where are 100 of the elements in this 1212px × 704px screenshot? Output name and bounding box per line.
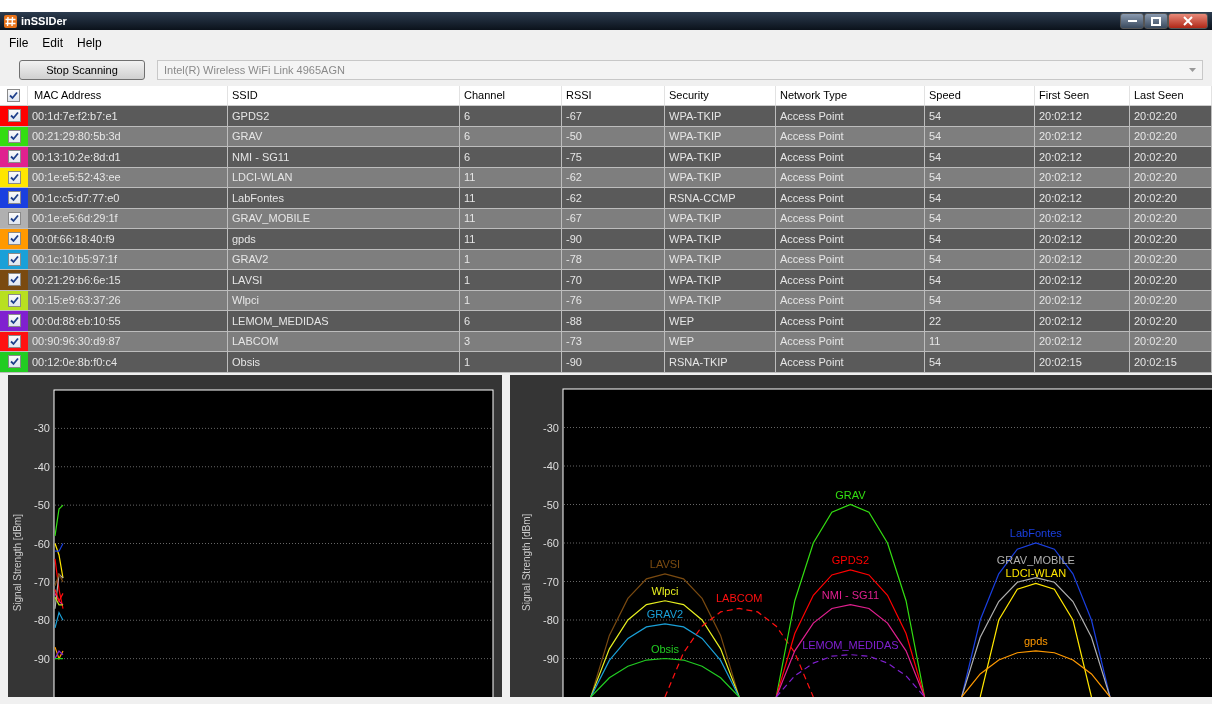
- table-cell: Access Point: [776, 208, 925, 229]
- dropdown-arrow-icon: [1189, 68, 1196, 72]
- table-cell: -67: [562, 106, 665, 127]
- column-header[interactable]: Channel: [460, 86, 562, 106]
- column-header[interactable]: SSID: [228, 86, 460, 106]
- checkbox[interactable]: [7, 273, 21, 287]
- window-title: inSSIDer: [21, 13, 67, 29]
- table-cell: 00:0d:88:eb:10:55: [28, 311, 228, 332]
- curve-label: LEMOM_MEDIDAS: [802, 638, 899, 651]
- table-cell: RSNA-CCMP: [665, 188, 776, 209]
- column-header[interactable]: First Seen: [1035, 86, 1130, 106]
- column-header[interactable]: Speed: [925, 86, 1035, 106]
- table-cell: 20:02:20: [1130, 126, 1212, 147]
- checkbox[interactable]: [7, 89, 20, 102]
- table-cell: 11: [925, 331, 1035, 352]
- table-cell: 20:02:20: [1130, 106, 1212, 127]
- table-cell: -75: [562, 147, 665, 168]
- curve-label: LAVSI: [649, 557, 681, 570]
- table-cell: 6: [460, 126, 562, 147]
- table-cell: WPA-TKIP: [665, 249, 776, 270]
- table-cell: 54: [925, 188, 1035, 209]
- table-cell: 00:12:0e:8b:f0:c4: [28, 352, 228, 373]
- column-header[interactable]: MAC Address: [28, 86, 228, 106]
- table-cell: 11: [460, 188, 562, 209]
- table-cell: 20:02:12: [1035, 290, 1130, 311]
- table-cell: 22: [925, 311, 1035, 332]
- table-cell: Access Point: [776, 106, 925, 127]
- table-cell: 20:02:12: [1035, 270, 1130, 291]
- curve-label: GRAV2: [646, 607, 684, 620]
- table-cell: -90: [562, 352, 665, 373]
- table-cell: Access Point: [776, 126, 925, 147]
- table-cell: -70: [562, 270, 665, 291]
- curve-label: LabFontes: [1009, 526, 1062, 539]
- table-cell: 1: [460, 290, 562, 311]
- checkbox[interactable]: [7, 129, 21, 143]
- table-cell: LabFontes: [228, 188, 460, 209]
- table-cell: 20:02:12: [1035, 147, 1130, 168]
- column-header[interactable]: Last Seen: [1130, 86, 1212, 106]
- table-cell: Wlpci: [228, 290, 460, 311]
- stop-scanning-button[interactable]: Stop Scanning: [19, 60, 145, 80]
- table-cell: -88: [562, 311, 665, 332]
- tick-label: -30: [34, 421, 50, 434]
- column-header[interactable]: RSSI: [562, 86, 665, 106]
- axis-title: Signal Strength [dBm]: [521, 513, 532, 611]
- table-cell: GRAV_MOBILE: [228, 208, 460, 229]
- menu-item[interactable]: Edit: [42, 34, 64, 52]
- menu-item[interactable]: Help: [77, 34, 102, 52]
- table-cell: WEP: [665, 331, 776, 352]
- curve-label: Wlpci: [651, 584, 679, 597]
- checkbox[interactable]: [7, 191, 21, 205]
- table-cell: 00:1c:10:b5:97:1f: [28, 249, 228, 270]
- table-cell: -62: [562, 167, 665, 188]
- checkbox[interactable]: [7, 334, 21, 348]
- checkbox[interactable]: [7, 355, 21, 369]
- table-cell: GPDS2: [228, 106, 460, 127]
- table-cell: 6: [460, 147, 562, 168]
- table-cell: WPA-TKIP: [665, 167, 776, 188]
- table-cell: Access Point: [776, 331, 925, 352]
- curve-label: Obsis: [650, 642, 680, 654]
- table-cell: 54: [925, 249, 1035, 270]
- column-header[interactable]: Security: [665, 86, 776, 106]
- table-cell: 20:02:12: [1035, 188, 1130, 209]
- tick-label: -70: [543, 575, 559, 587]
- table-cell: Access Point: [776, 249, 925, 270]
- checkbox[interactable]: [7, 293, 21, 307]
- menu-item[interactable]: File: [9, 34, 29, 52]
- table-cell: 00:21:29:80:5b:3d: [28, 126, 228, 147]
- table-cell: -62: [562, 188, 665, 209]
- table-cell: 11: [460, 229, 562, 250]
- table-cell: WPA-TKIP: [665, 229, 776, 250]
- table-cell: Access Point: [776, 311, 925, 332]
- tick-label: -80: [543, 613, 559, 626]
- close-button[interactable]: [1168, 13, 1208, 29]
- table-cell: 54: [925, 126, 1035, 147]
- table-cell: LAVSI: [228, 270, 460, 291]
- table-cell: 54: [925, 208, 1035, 229]
- curve-label: GPDS2: [831, 553, 870, 566]
- checkbox[interactable]: [7, 170, 21, 184]
- table-cell: -76: [562, 290, 665, 311]
- minimize-button[interactable]: [1120, 13, 1144, 29]
- maximize-button[interactable]: [1144, 13, 1168, 29]
- tick-label: -40: [543, 459, 559, 472]
- checkbox[interactable]: [7, 150, 21, 164]
- checkbox[interactable]: [7, 232, 21, 246]
- table-cell: 20:02:12: [1035, 249, 1130, 270]
- curve-label: LABCOM: [715, 591, 763, 604]
- table-cell: 54: [925, 229, 1035, 250]
- checkbox[interactable]: [7, 314, 21, 328]
- checkbox[interactable]: [7, 252, 21, 266]
- table-cell: 20:02:12: [1035, 331, 1130, 352]
- column-header[interactable]: Network Type: [776, 86, 925, 106]
- checkbox[interactable]: [7, 211, 21, 225]
- tick-label: -50: [34, 498, 50, 511]
- table-cell: LDCI-WLAN: [228, 167, 460, 188]
- table-cell: 20:02:20: [1130, 229, 1212, 250]
- checkbox[interactable]: [7, 109, 21, 123]
- table-cell: 20:02:20: [1130, 147, 1212, 168]
- tick-label: -40: [34, 460, 50, 473]
- table-cell: 3: [460, 331, 562, 352]
- table-cell: 20:02:20: [1130, 167, 1212, 188]
